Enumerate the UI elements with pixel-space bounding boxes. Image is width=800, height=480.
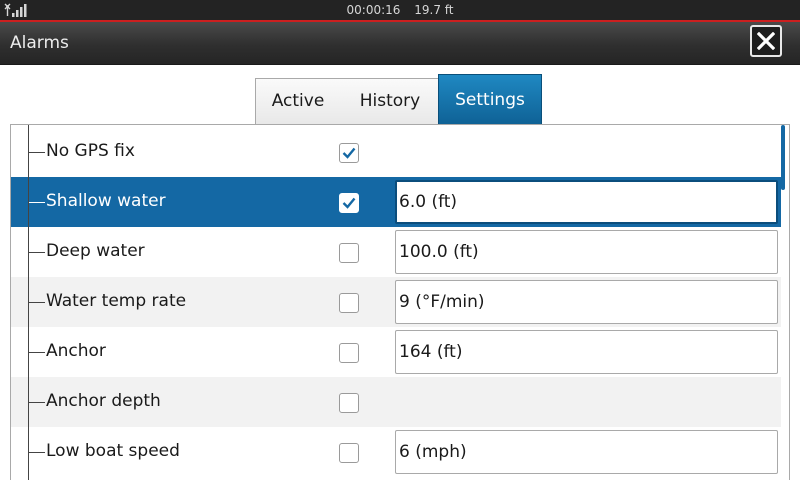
alarm-enabled-checkbox[interactable] [339, 193, 359, 213]
checkmark-icon [342, 147, 356, 159]
alarm-enabled-checkbox[interactable] [339, 243, 359, 263]
tree-branch [28, 352, 45, 353]
alarm-row[interactable]: Shallow water 6.0 (ft) [11, 177, 781, 227]
tree-line [28, 125, 29, 480]
alarm-label: Deep water [46, 241, 145, 261]
status-depth: 19.7 ft [414, 3, 454, 17]
alarm-row[interactable]: Anchor depth [11, 377, 781, 427]
alarm-row[interactable]: No GPS fix [11, 127, 781, 177]
status-time: 00:00:16 [346, 3, 401, 17]
tree-branch [28, 252, 45, 253]
alarm-enabled-checkbox[interactable] [339, 293, 359, 313]
tab-history[interactable]: History [341, 78, 439, 125]
title-bar: Alarms [0, 22, 800, 65]
scrollbar[interactable] [781, 125, 785, 190]
alarm-row[interactable]: Deep water 100.0 (ft) [11, 227, 781, 277]
alarm-row[interactable]: Low boat speed 6 (mph) [11, 427, 781, 477]
close-button[interactable] [750, 25, 782, 57]
alarm-row[interactable]: Water temp rate 9 (°F/min) [11, 277, 781, 327]
alarm-row[interactable]: Anchor 164 (ft) [11, 327, 781, 377]
alarm-label: Low boat speed [46, 441, 180, 461]
status-bar: 00:00:16 19.7 ft [0, 0, 800, 20]
alarm-label: Shallow water [46, 191, 166, 211]
alarm-enabled-checkbox[interactable] [339, 143, 359, 163]
alarm-enabled-checkbox[interactable] [339, 443, 359, 463]
page-title: Alarms [10, 33, 69, 53]
alarm-threshold-field[interactable]: 9 (°F/min) [395, 280, 778, 324]
status-readout: 00:00:16 19.7 ft [0, 3, 800, 17]
checkmark-icon [342, 197, 356, 209]
alarm-label: No GPS fix [46, 141, 135, 161]
tree-branch [28, 202, 45, 203]
tree-branch [28, 452, 45, 453]
alarm-threshold-field[interactable]: 164 (ft) [395, 330, 778, 374]
alarm-label: Water temp rate [46, 291, 187, 311]
alarm-settings-list: No GPS fix Shallow water 6.0 (ft) Deep wate… [10, 124, 790, 480]
tab-settings[interactable]: Settings [438, 74, 542, 125]
alarm-enabled-checkbox[interactable] [339, 393, 359, 413]
tree-branch [28, 402, 45, 403]
tree-branch [28, 152, 45, 153]
alarm-threshold-field[interactable]: 6.0 (ft) [395, 180, 778, 224]
alarm-label: Anchor [46, 341, 106, 361]
close-icon [757, 32, 775, 50]
alarm-label: Anchor depth [46, 391, 161, 411]
alarm-threshold-field[interactable]: 6 (mph) [395, 430, 778, 474]
tree-branch [28, 302, 45, 303]
alarm-threshold-field[interactable]: 100.0 (ft) [395, 230, 778, 274]
alarm-enabled-checkbox[interactable] [339, 343, 359, 363]
tab-active[interactable]: Active [255, 78, 341, 125]
